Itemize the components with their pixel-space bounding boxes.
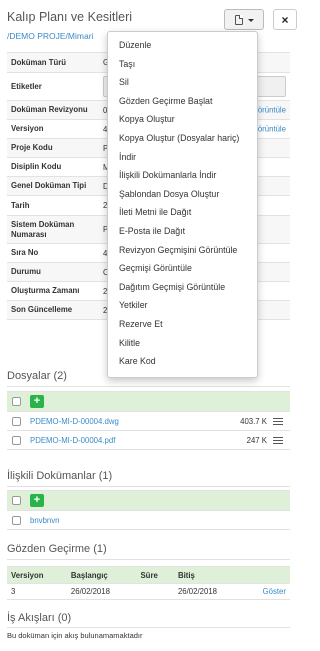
menu-item-history[interactable]: Geçmişi Görüntüle <box>108 259 257 278</box>
property-label: Sistem Doküman Numarası <box>7 215 99 244</box>
files-header-row: + <box>7 391 290 412</box>
section-divider <box>7 386 290 387</box>
section-divider <box>7 559 290 560</box>
file-size: 403.7 K <box>210 411 270 431</box>
file-checkbox[interactable] <box>12 435 21 445</box>
review-action-cell: Göster <box>243 583 290 600</box>
add-cell: + <box>27 391 290 412</box>
related-checkbox[interactable] <box>12 515 21 525</box>
menu-cell <box>270 411 290 431</box>
related-row: bnvbnvn <box>7 510 290 530</box>
property-label: Son Güncelleme <box>7 300 99 320</box>
files-table: + PDEMO-MI-D-00004.dwg 403.7 K PDEMO-MI-… <box>7 391 290 450</box>
property-label: Durumu <box>7 262 99 282</box>
menu-item-lock[interactable]: Kilitle <box>108 334 257 353</box>
review-duration <box>136 583 174 600</box>
workflows-section-title: İş Akışları (0) <box>7 612 72 624</box>
select-all-cell <box>7 490 27 511</box>
add-file-button[interactable]: + <box>30 395 44 408</box>
file-name-cell: PDEMO-MI-D-00004.dwg <box>27 411 210 431</box>
close-icon: × <box>281 13 289 27</box>
property-label: Etiketler <box>7 72 99 101</box>
file-row: PDEMO-MI-D-00004.pdf 247 K <box>7 430 290 450</box>
menu-item-delete[interactable]: Sil <box>108 73 257 92</box>
file-row: PDEMO-MI-D-00004.dwg 403.7 K <box>7 411 290 431</box>
menu-item-distribute-email[interactable]: E-Posta ile Dağıt <box>108 222 257 241</box>
document-icon <box>235 15 243 25</box>
menu-item-download-with-related[interactable]: İlişkili Dokümanlarla İndir <box>108 166 257 185</box>
section-divider <box>7 486 290 487</box>
file-size: 247 K <box>210 430 270 450</box>
document-actions-button[interactable] <box>224 9 264 30</box>
related-header-row: + <box>7 490 290 511</box>
add-related-button[interactable]: + <box>30 494 44 507</box>
file-menu-icon[interactable] <box>273 417 283 425</box>
property-label: Tarih <box>7 195 99 216</box>
file-name-cell: PDEMO-MI-D-00004.pdf <box>27 430 210 450</box>
checkbox-cell <box>7 430 27 450</box>
section-divider <box>7 627 290 628</box>
menu-item-move[interactable]: Taşı <box>108 55 257 74</box>
select-all-cell <box>7 391 27 412</box>
menu-item-qr-code[interactable]: Kare Kod <box>108 352 257 371</box>
checkbox-cell <box>7 411 27 431</box>
property-label: Genel Doküman Tipi <box>7 176 99 196</box>
property-label: Doküman Revizyonu <box>7 100 99 120</box>
related-name-cell: bnvbnvn <box>27 510 290 530</box>
select-all-checkbox[interactable] <box>12 496 21 506</box>
file-checkbox[interactable] <box>12 416 21 426</box>
menu-item-distribute-message[interactable]: İleti Metni ile Dağıt <box>108 203 257 222</box>
related-documents-table: + bnvbnvn <box>7 490 290 530</box>
property-label: Versiyon <box>7 119 99 139</box>
column-header: Versiyon <box>7 566 67 584</box>
menu-item-revision-history[interactable]: Revizyon Geçmişini Görüntüle <box>108 241 257 260</box>
chevron-down-icon <box>248 19 254 22</box>
menu-item-create-copy-without-files[interactable]: Kopya Oluştur (Dosyalar hariç) <box>108 129 257 148</box>
menu-item-reserve[interactable]: Rezerve Et <box>108 315 257 334</box>
related-document-link[interactable]: bnvbnvn <box>30 516 59 525</box>
view-version-link[interactable]: örüntüle <box>258 125 286 134</box>
workflows-empty-text: Bu doküman için akış bulunamamaktadır <box>7 631 143 640</box>
file-link[interactable]: PDEMO-MI-D-00004.dwg <box>30 417 119 426</box>
review-version: 3 <box>7 583 67 600</box>
review-end: 26/02/2018 <box>173 583 244 600</box>
page-title: Kalıp Planı ve Kesitleri <box>7 10 133 24</box>
property-label: Oluşturma Zamanı <box>7 281 99 301</box>
menu-item-create-from-template[interactable]: Şablondan Dosya Oluştur <box>108 185 257 204</box>
related-section-title: İlişkili Dokümanlar (1) <box>7 470 113 482</box>
column-header: Bitiş <box>173 566 244 584</box>
file-link[interactable]: PDEMO-MI-D-00004.pdf <box>30 436 115 445</box>
menu-item-edit[interactable]: Düzenle <box>108 36 257 55</box>
menu-item-start-review[interactable]: Gözden Geçirme Başlat <box>108 92 257 111</box>
menu-item-download[interactable]: İndir <box>108 148 257 167</box>
menu-item-create-copy[interactable]: Kopya Oluştur <box>108 110 257 129</box>
property-label: Proje Kodu <box>7 138 99 158</box>
show-review-link[interactable]: Göster <box>263 587 286 596</box>
file-menu-icon[interactable] <box>273 436 283 444</box>
column-header-action <box>243 566 290 584</box>
column-header: Başlangıç <box>66 566 137 584</box>
add-cell: + <box>27 490 290 511</box>
checkbox-cell <box>7 510 27 530</box>
document-actions-menu: Düzenle Taşı Sil Gözden Geçirme Başlat K… <box>107 31 258 378</box>
view-revision-link[interactable]: örüntüle <box>258 106 286 115</box>
review-start: 26/02/2018 <box>66 583 137 600</box>
review-section-title: Gözden Geçirme (1) <box>7 543 107 555</box>
review-row: 3 26/02/2018 26/02/2018 Göster <box>7 583 290 600</box>
menu-item-permissions[interactable]: Yetkiler <box>108 296 257 315</box>
select-all-checkbox[interactable] <box>12 397 21 407</box>
review-table: Versiyon Başlangıç Süre Bitiş 3 26/02/20… <box>7 566 290 600</box>
column-header: Süre <box>136 566 174 584</box>
menu-cell <box>270 430 290 450</box>
review-header-row: Versiyon Başlangıç Süre Bitiş <box>7 566 290 584</box>
close-button[interactable]: × <box>273 9 297 30</box>
breadcrumb[interactable]: /DEMO PROJE/Mimari <box>7 31 93 41</box>
menu-item-distribution-history[interactable]: Dağıtım Geçmişi Görüntüle <box>108 278 257 297</box>
property-label: Doküman Türü <box>7 52 99 73</box>
property-label: Disiplin Kodu <box>7 157 99 177</box>
files-section-title: Dosyalar (2) <box>7 370 67 382</box>
property-label: Sıra No <box>7 243 99 263</box>
